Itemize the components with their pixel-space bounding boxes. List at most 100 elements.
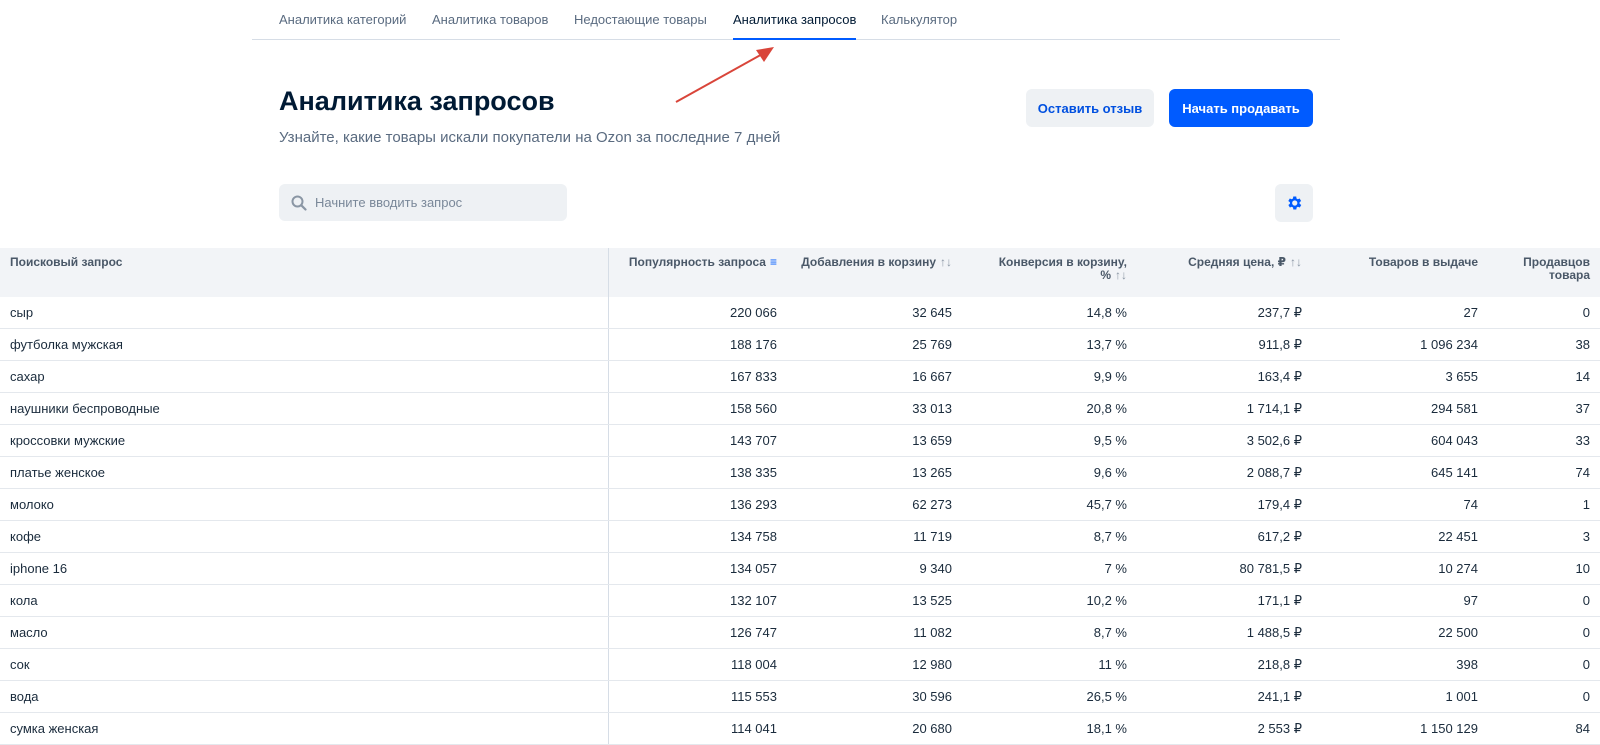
page-subtitle: Узнайте, какие товары искали покупатели … xyxy=(279,129,781,146)
cell-items: 22 451 xyxy=(1312,520,1488,553)
cell-popularity: 126 747 xyxy=(608,616,787,649)
cell-popularity: 220 066 xyxy=(608,297,787,329)
cell-cart-adds: 9 340 xyxy=(787,552,962,585)
cell-cart-adds: 12 980 xyxy=(787,648,962,681)
table-row[interactable]: футболка мужская 188 176 25 769 13,7 % 911,8… xyxy=(0,328,1600,361)
cell-popularity: 138 335 xyxy=(608,456,787,489)
cell-items: 604 043 xyxy=(1312,424,1488,457)
cell-sellers: 0 xyxy=(1488,584,1600,617)
table-row[interactable]: кола 132 107 13 525 10,2 % 171,1 ₽97 0 xyxy=(0,584,1600,617)
search-input[interactable] xyxy=(313,194,557,211)
table-row[interactable]: платье женское 138 335 13 265 9,6 % 2 088,7 … xyxy=(0,456,1600,489)
cell-conversion: 8,7 % xyxy=(962,616,1137,649)
cell-sellers: 0 xyxy=(1488,680,1600,713)
cell-items: 645 141 xyxy=(1312,456,1488,489)
cell-sellers: 38 xyxy=(1488,328,1600,361)
cell-cart-adds: 16 667 xyxy=(787,360,962,393)
cell-popularity: 134 057 xyxy=(608,552,787,585)
table-row[interactable]: масло 126 747 11 082 8,7 % 1 488,5 ₽22 500 0 xyxy=(0,616,1600,649)
leave-feedback-button[interactable]: Оставить отзыв xyxy=(1026,89,1154,127)
cell-popularity: 132 107 xyxy=(608,584,787,617)
cell-query: сахар xyxy=(0,360,609,393)
cell-popularity: 118 004 xyxy=(608,648,787,681)
cell-conversion: 8,7 % xyxy=(962,520,1137,553)
cell-avg-price: 3 502,6 ₽ xyxy=(1137,424,1312,457)
cell-sellers: 33 xyxy=(1488,424,1600,457)
search-icon xyxy=(291,195,307,211)
cell-sellers: 0 xyxy=(1488,648,1600,681)
tab-calculator[interactable]: Калькулятор xyxy=(881,12,957,39)
tab-product-analytics[interactable]: Аналитика товаров xyxy=(432,12,548,39)
column-header-popularity[interactable]: Популярность запроса ≡ xyxy=(608,248,787,297)
annotation-arrow-icon xyxy=(675,47,774,103)
table-row[interactable]: наушники беспроводные 158 560 33 013 20,8 %… xyxy=(0,392,1600,425)
cell-query: кроссовки мужские xyxy=(0,424,609,457)
cell-query: вода xyxy=(0,680,609,713)
column-header-items-in-results[interactable]: Товаров в выдаче xyxy=(1312,248,1488,297)
cell-popularity: 188 176 xyxy=(608,328,787,361)
search-box xyxy=(279,184,567,221)
cell-cart-adds: 30 596 xyxy=(787,680,962,713)
cell-conversion: 10,2 % xyxy=(962,584,1137,617)
tab-query-analytics[interactable]: Аналитика запросов xyxy=(733,12,857,40)
cell-query: сок xyxy=(0,648,609,681)
table-row[interactable]: сахар 167 833 16 667 9,9 % 163,4 ₽3 655 14 xyxy=(0,360,1600,393)
cell-query: футболка мужская xyxy=(0,328,609,361)
table-row[interactable]: вода 115 553 30 596 26,5 % 241,1 ₽1 001 0 xyxy=(0,680,1600,713)
table-row[interactable]: сыр 220 066 32 645 14,8 % 237,7 ₽27 0 xyxy=(0,297,1600,329)
cell-sellers: 0 xyxy=(1488,297,1600,329)
cell-avg-price: 80 781,5 ₽ xyxy=(1137,552,1312,585)
cell-cart-adds: 25 769 xyxy=(787,328,962,361)
cell-conversion: 26,5 % xyxy=(962,680,1137,713)
sort-icon[interactable]: ↑↓ xyxy=(940,255,952,269)
cell-sellers: 3 xyxy=(1488,520,1600,553)
settings-button[interactable] xyxy=(1275,184,1313,222)
table-row[interactable]: кофе 134 758 11 719 8,7 % 617,2 ₽22 451 3 xyxy=(0,520,1600,553)
cell-cart-adds: 13 525 xyxy=(787,584,962,617)
top-tabs: Аналитика категорий Аналитика товаров Не… xyxy=(252,0,1340,40)
cell-items: 1 001 xyxy=(1312,680,1488,713)
cell-popularity: 143 707 xyxy=(608,424,787,457)
cell-items: 1 096 234 xyxy=(1312,328,1488,361)
column-header-sellers[interactable]: Продавцов товара xyxy=(1488,248,1600,297)
cell-query: наушники беспроводные xyxy=(0,392,609,425)
cell-sellers: 14 xyxy=(1488,360,1600,393)
cell-popularity: 134 758 xyxy=(608,520,787,553)
cell-popularity: 115 553 xyxy=(608,680,787,713)
cell-avg-price: 237,7 ₽ xyxy=(1137,297,1312,329)
cell-query: кола xyxy=(0,584,609,617)
cell-conversion: 9,9 % xyxy=(962,360,1137,393)
cell-items: 74 xyxy=(1312,488,1488,521)
queries-table: Поисковый запрос Популярность запроса ≡ Д… xyxy=(0,248,1600,745)
cell-avg-price: 171,1 ₽ xyxy=(1137,584,1312,617)
table-body: сыр 220 066 32 645 14,8 % 237,7 ₽27 0 футболка… xyxy=(0,297,1600,745)
cell-avg-price: 911,8 ₽ xyxy=(1137,328,1312,361)
column-header-query[interactable]: Поисковый запрос xyxy=(0,248,609,297)
table-row[interactable]: сок 118 004 12 980 11 % 218,8 ₽398 0 xyxy=(0,648,1600,681)
column-header-cart-conversion[interactable]: Конверсия в корзину, % ↑↓ xyxy=(962,248,1137,297)
sort-icon[interactable]: ↑↓ xyxy=(1290,255,1302,269)
cell-avg-price: 617,2 ₽ xyxy=(1137,520,1312,553)
cell-query: платье женское xyxy=(0,456,609,489)
cell-sellers: 10 xyxy=(1488,552,1600,585)
table-header-row: Поисковый запрос Популярность запроса ≡ Д… xyxy=(0,248,1600,297)
cell-sellers: 0 xyxy=(1488,616,1600,649)
cell-avg-price: 218,8 ₽ xyxy=(1137,648,1312,681)
table-row[interactable]: iphone 16 134 057 9 340 7 % 80 781,5 ₽10 274… xyxy=(0,552,1600,585)
cell-cart-adds: 11 719 xyxy=(787,520,962,553)
table-row[interactable]: кроссовки мужские 143 707 13 659 9,5 % 3 502… xyxy=(0,424,1600,457)
cell-conversion: 9,6 % xyxy=(962,456,1137,489)
cell-query: сыр xyxy=(0,297,609,329)
column-header-cart-adds[interactable]: Добавления в корзину ↑↓ xyxy=(787,248,962,297)
tab-category-analytics[interactable]: Аналитика категорий xyxy=(279,12,406,39)
cell-conversion: 9,5 % xyxy=(962,424,1137,457)
sort-active-icon[interactable]: ≡ xyxy=(770,255,777,269)
sort-icon[interactable]: ↑↓ xyxy=(1115,268,1127,282)
start-selling-button[interactable]: Начать продавать xyxy=(1169,89,1313,127)
column-header-avg-price[interactable]: Средняя цена, ₽ ↑↓ xyxy=(1137,248,1312,297)
cell-cart-adds: 62 273 xyxy=(787,488,962,521)
table-row[interactable]: молоко 136 293 62 273 45,7 % 179,4 ₽74 1 xyxy=(0,488,1600,521)
cell-sellers: 37 xyxy=(1488,392,1600,425)
cell-conversion: 20,8 % xyxy=(962,392,1137,425)
tab-missing-products[interactable]: Недостающие товары xyxy=(574,12,707,39)
